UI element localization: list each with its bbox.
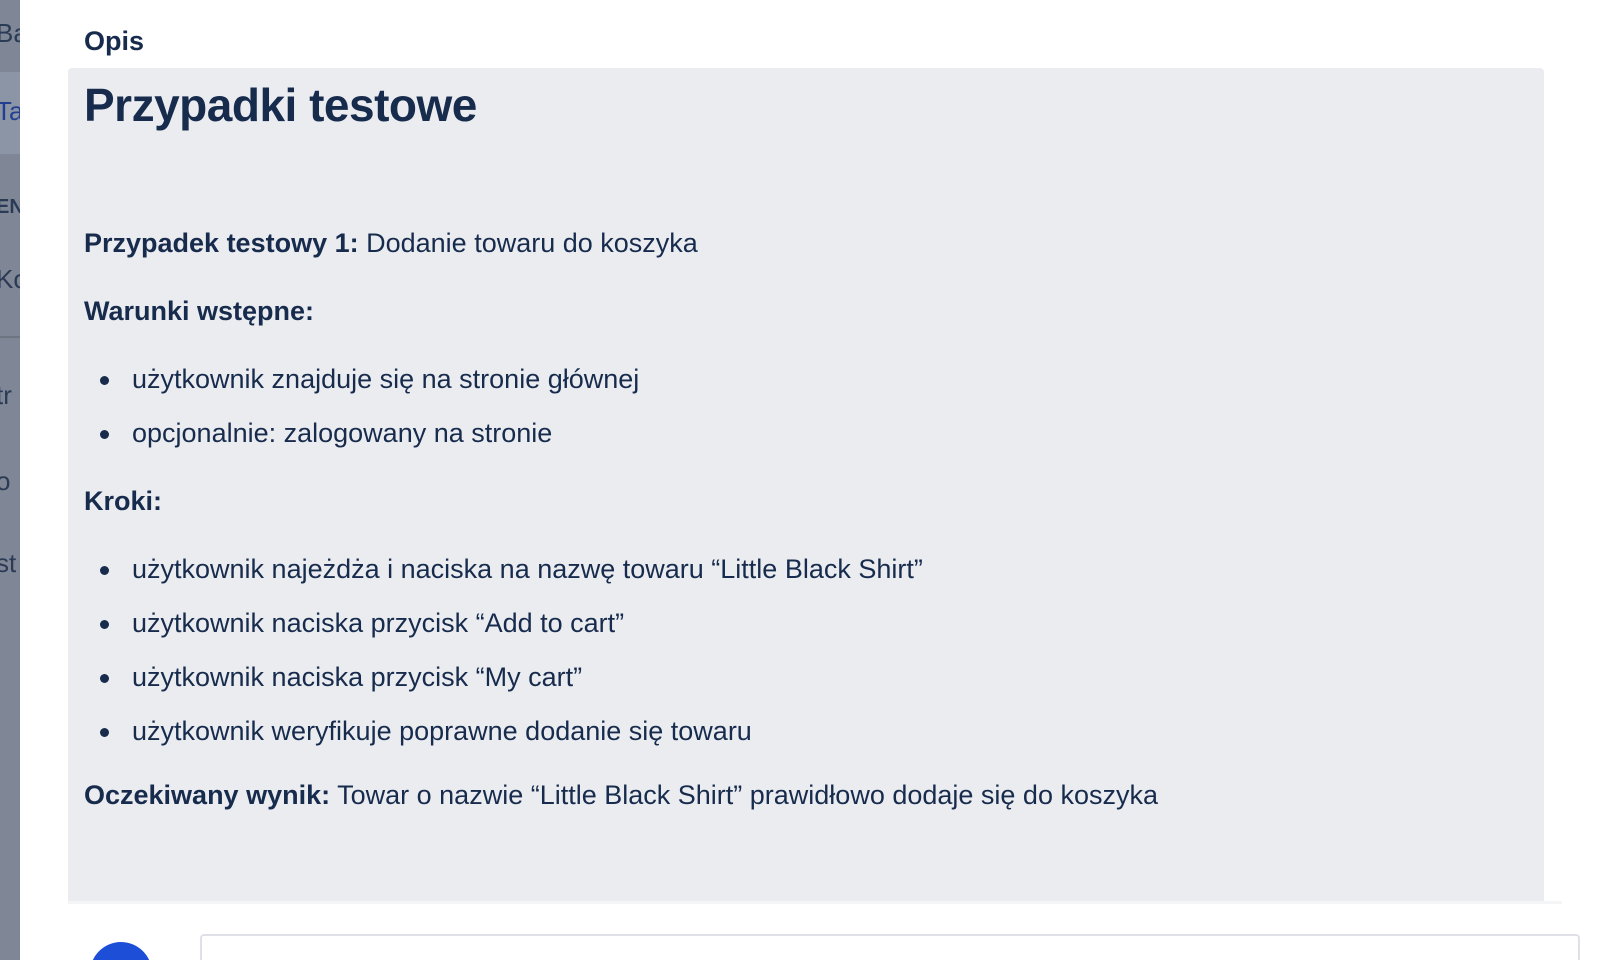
test-case-label: Przypadek testowy 1:: [84, 228, 359, 258]
background-section-fragment: EN: [0, 196, 20, 218]
background-text-fragment: Ta: [0, 96, 20, 126]
description-field[interactable]: Przypadki testowe Przypadek testowy 1: D…: [68, 68, 1544, 904]
test-case-line: Przypadek testowy 1: Dodanie towaru do k…: [84, 226, 698, 260]
list-item: użytkownik weryfikuje poprawne dodanie s…: [84, 714, 923, 768]
test-case-value: Dodanie towaru do koszyka: [358, 228, 698, 258]
list-item: użytkownik najeżdża i naciska na nazwę t…: [84, 552, 923, 606]
preconditions-label: Warunki wstępne:: [84, 296, 315, 326]
steps-list: użytkownik najeżdża i naciska na nazwę t…: [84, 552, 923, 768]
description-section-label: Opis: [84, 26, 145, 56]
avatar[interactable]: [90, 942, 152, 960]
background-text-fragment: Ko: [0, 264, 20, 294]
steps-heading: Kroki:: [84, 484, 162, 518]
background-text-fragment: o: [0, 466, 11, 496]
background-text-fragment: tr: [0, 380, 12, 410]
expected-result-label: Oczekiwany wynik:: [84, 780, 331, 810]
background-text-fragment: Ba: [0, 18, 20, 48]
preconditions-list: użytkownik znajduje się na stronie główn…: [84, 362, 639, 470]
list-item: użytkownik naciska przycisk “My cart”: [84, 660, 923, 714]
list-item: opcjonalnie: zalogowany na stronie: [84, 416, 639, 470]
list-item: użytkownik znajduje się na stronie główn…: [84, 362, 639, 416]
background-divider: [0, 336, 20, 338]
page: Ba Ta EN Ko tr o st Opis Przypadki testo…: [0, 0, 1604, 960]
comment-input[interactable]: [200, 934, 1580, 960]
background-sidebar: Ba Ta EN Ko tr o st: [0, 0, 20, 960]
list-item: użytkownik naciska przycisk “Add to cart…: [84, 606, 923, 660]
steps-label: Kroki:: [84, 486, 163, 516]
description-bottom-edge: [68, 901, 1562, 904]
expected-result-line: Oczekiwany wynik: Towar o nazwie “Little…: [84, 778, 1158, 812]
preconditions-heading: Warunki wstępne:: [84, 294, 314, 328]
issue-modal: Opis Przypadki testowe Przypadek testowy…: [20, 0, 1604, 960]
description-title: Przypadki testowe: [84, 79, 477, 131]
background-text-fragment: st: [0, 548, 17, 578]
expected-result-value: Towar o nazwie “Little Black Shirt” praw…: [330, 780, 1158, 810]
